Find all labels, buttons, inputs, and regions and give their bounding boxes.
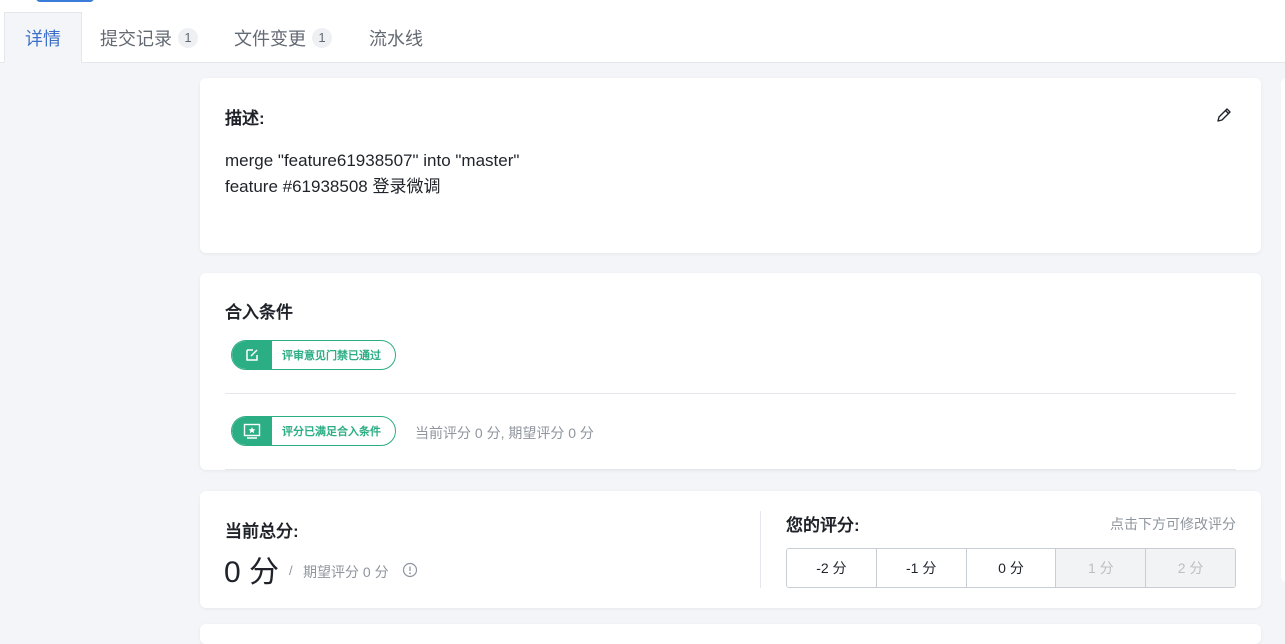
merge-conditions-bottom-line xyxy=(225,469,1236,470)
description-line-2: feature #61938508 登录微调 xyxy=(225,177,441,196)
tab-pipeline[interactable]: 流水线 xyxy=(369,12,423,63)
score-gate-badge: 评分已满足合入条件 xyxy=(231,416,396,446)
merge-conditions-title: 合入条件 xyxy=(225,303,293,322)
right-side-panel xyxy=(1281,78,1285,582)
score-button-plus-2[interactable]: 2 分 xyxy=(1146,549,1235,587)
score-card-vertical-divider xyxy=(760,511,761,588)
info-circle-icon[interactable] xyxy=(402,562,418,578)
score-separator: / xyxy=(289,563,293,578)
tab-file-changes[interactable]: 文件变更 1 xyxy=(234,12,332,63)
score-button-plus-1[interactable]: 1 分 xyxy=(1056,549,1147,587)
tab-commits-label: 提交记录 xyxy=(100,28,172,49)
description-title: 描述: xyxy=(225,109,265,128)
review-gate-label: 评审意见门禁已通过 xyxy=(282,350,381,362)
tab-file-changes-label: 文件变更 xyxy=(234,28,306,49)
score-info-text: 当前评分 0 分, 期望评分 0 分 xyxy=(415,425,594,441)
score-button-group: -2 分 -1 分 0 分 1 分 2 分 xyxy=(786,548,1236,588)
your-score-title: 您的评分: xyxy=(786,516,860,535)
score-button-0[interactable]: 0 分 xyxy=(966,549,1057,587)
score-hint: 点击下方可修改评分 xyxy=(1110,516,1236,532)
edit-square-icon xyxy=(232,341,272,369)
tab-details-label: 详情 xyxy=(25,28,61,49)
expected-score-text: 期望评分 0 分 xyxy=(303,564,389,580)
score-card: 当前总分: 0 分 / 期望评分 0 分 您的评分: 点击下方可修改评分 -2 … xyxy=(200,491,1261,608)
current-score-title: 当前总分: xyxy=(225,522,299,541)
tab-details[interactable]: 详情 xyxy=(4,12,82,63)
merge-conditions-card: 合入条件 评审意见门禁已通过 评分已满足合入条件 当前评分 0 分, 期望评分 … xyxy=(200,273,1261,470)
description-card: 描述: merge "feature61938507" into "master… xyxy=(200,78,1261,253)
description-body: merge "feature61938507" into "master" fe… xyxy=(225,148,519,200)
top-pill xyxy=(36,0,94,2)
current-score-value: 0 分 xyxy=(224,556,280,589)
top-strip xyxy=(0,0,1285,12)
score-button-minus-2[interactable]: -2 分 xyxy=(787,549,877,587)
tab-file-changes-count: 1 xyxy=(312,27,332,48)
tab-pipeline-label: 流水线 xyxy=(369,28,423,49)
merge-conditions-divider xyxy=(225,393,1236,394)
tab-bar: 详情 提交记录 1 文件变更 1 流水线 xyxy=(0,12,1285,63)
star-card-icon xyxy=(232,417,272,445)
tab-commits-count: 1 xyxy=(178,27,198,48)
review-gate-badge: 评审意见门禁已通过 xyxy=(231,340,396,370)
tab-commits[interactable]: 提交记录 1 xyxy=(100,12,198,63)
pencil-icon[interactable] xyxy=(1215,106,1233,124)
score-button-minus-1[interactable]: -1 分 xyxy=(876,549,967,587)
score-gate-label: 评分已满足合入条件 xyxy=(282,426,381,438)
next-card xyxy=(200,624,1261,644)
description-line-1: merge "feature61938507" into "master" xyxy=(225,151,520,170)
